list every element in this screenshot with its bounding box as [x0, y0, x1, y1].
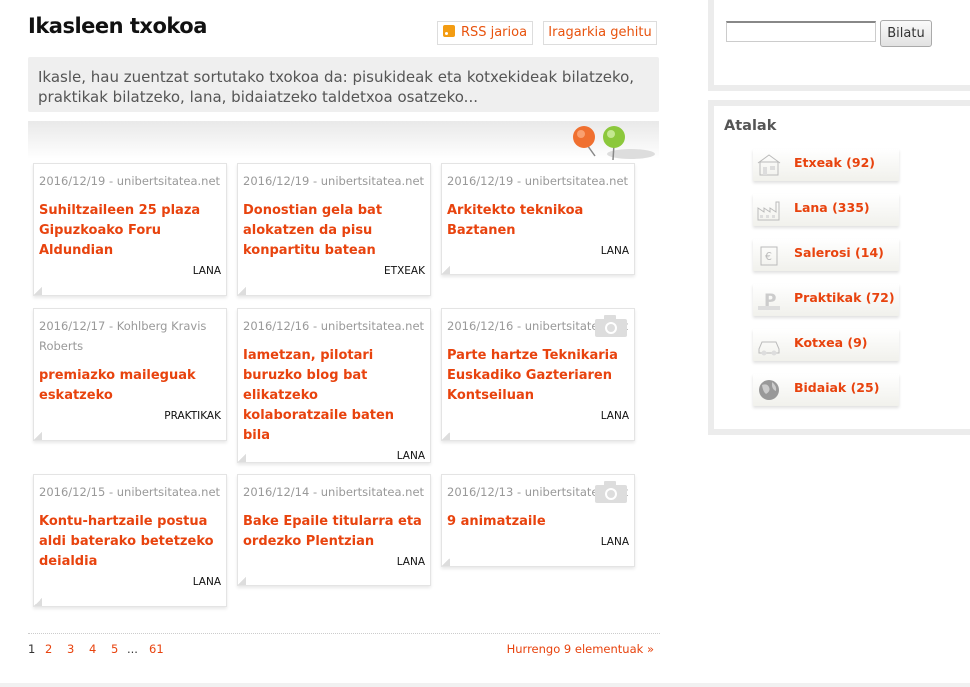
listing-meta: 2016/12/16 - unibertsitatea.net: [243, 319, 425, 333]
category-item[interactable]: P Praktikak (72): [753, 284, 899, 316]
category-label: Kotxea (9): [794, 335, 868, 350]
category-item[interactable]: Etxeak (92): [753, 149, 899, 181]
letter-p-icon: P: [758, 291, 780, 311]
footer-divider: [0, 683, 970, 687]
listing-title-link[interactable]: Donostian gela bat alokatzen da pisu kon…: [243, 201, 425, 261]
listing-category: LANA: [192, 265, 221, 277]
listing-title-link[interactable]: Arkitekto teknikoa Baztanen: [447, 201, 629, 241]
rss-icon: [442, 25, 455, 37]
page-number-link[interactable]: 2: [45, 642, 52, 656]
rss-feed-button[interactable]: RSS jarioa: [437, 21, 533, 45]
search-button[interactable]: Bilatu: [880, 20, 932, 47]
listing-category: LANA: [396, 450, 425, 462]
listing-category: ETXEAK: [384, 265, 425, 277]
page-number-link[interactable]: 4: [89, 642, 96, 656]
camera-icon: [595, 315, 627, 337]
categories-title: Atalak: [724, 118, 777, 134]
listing-card: 2016/12/19 - unibertsitatea.net Donostian…: [237, 163, 431, 296]
search-input[interactable]: [726, 21, 876, 42]
listing-title-link[interactable]: Kontu-hartzaile postua aldi baterako bet…: [39, 512, 221, 572]
page-number-link[interactable]: 3: [67, 642, 74, 656]
category-item[interactable]: € Salerosi (14): [753, 239, 899, 271]
page-number-link[interactable]: 61: [149, 642, 164, 656]
svg-text:€: €: [765, 250, 772, 263]
header-shade: [28, 121, 659, 159]
category-label: Bidaiak (25): [794, 380, 880, 395]
listing-category: LANA: [600, 536, 629, 548]
page-ellipsis: ...: [127, 642, 138, 656]
listing-title-link[interactable]: Bake Epaile titularra eta ordezko Plentz…: [243, 512, 425, 552]
page-number-link: 1: [28, 642, 36, 656]
listing-card: 2016/12/13 - unibertsitatea.net 9 animatz…: [441, 474, 635, 567]
category-item[interactable]: Kotxea (9): [753, 329, 899, 361]
category-item[interactable]: Lana (335): [753, 194, 899, 226]
listing-card: 2016/12/14 - unibertsitatea.net Bake Epai…: [237, 474, 431, 586]
listing-meta: 2016/12/15 - unibertsitatea.net: [39, 485, 221, 499]
category-label: Salerosi (14): [794, 245, 884, 260]
page-number-link[interactable]: 5: [111, 642, 118, 656]
listing-card: 2016/12/19 - unibertsitatea.net Arkitekto…: [441, 163, 635, 275]
svg-text:P: P: [764, 291, 776, 311]
listing-title-link[interactable]: Iametzan, pilotari buruzko blog bat elik…: [243, 346, 425, 446]
listing-title-link[interactable]: 9 animatzaile: [447, 512, 629, 532]
globe-icon: [759, 380, 779, 400]
listing-category: LANA: [600, 410, 629, 422]
search-box: Bilatu: [708, 0, 970, 91]
category-label: Praktikak (72): [794, 290, 895, 305]
listing-meta: 2016/12/14 - unibertsitatea.net: [243, 485, 425, 499]
rss-feed-label: RSS jarioa: [460, 25, 528, 40]
listing-card: 2016/12/19 - unibertsitatea.net Suhiltzai…: [33, 163, 227, 296]
add-listing-button[interactable]: Iragarkia gehitu: [543, 21, 657, 45]
next-page-link[interactable]: Hurrengo 9 elementuak »: [507, 642, 654, 656]
listing-card: 2016/12/16 - unibertsitatea.net Parte har…: [441, 308, 635, 441]
listing-meta: 2016/12/19 - unibertsitatea.net: [243, 174, 425, 188]
listing-meta: 2016/12/17 - Kohlberg Kravis Roberts: [39, 319, 207, 353]
category-label: Etxeak (92): [794, 155, 875, 170]
map-pins-icon: [573, 126, 655, 161]
listing-title-link[interactable]: premiazko maileguak eskatzeko: [39, 366, 221, 406]
listing-category: LANA: [192, 576, 221, 588]
factory-icon: [757, 201, 780, 221]
listing-meta: 2016/12/19 - unibertsitatea.net: [39, 174, 221, 188]
listing-card: 2016/12/16 - unibertsitatea.net Iametzan,…: [237, 308, 431, 463]
page-title: Ikasleen txokoa: [28, 14, 207, 38]
listing-card: 2016/12/17 - Kohlberg Kravis Roberts prem…: [33, 308, 227, 441]
camera-icon: [595, 481, 627, 503]
categories-box: Atalak Etxeak (92) Lana (335) € Salerosi (1…: [708, 100, 970, 435]
pagination: 1 2 3 4 5... 61 Hurrengo 9 elementuak »: [28, 633, 660, 656]
listing-title-link[interactable]: Suhiltzaileen 25 plaza Gipuzkoako Foru A…: [39, 201, 221, 261]
listing-card: 2016/12/15 - unibertsitatea.net Kontu-har…: [33, 474, 227, 607]
category-item[interactable]: Bidaiak (25): [753, 374, 899, 406]
house-icon: [757, 154, 781, 176]
intro-text: Ikasle, hau zuentzat sortutako txokoa da…: [28, 57, 659, 112]
listing-category: LANA: [396, 556, 425, 568]
car-icon: [758, 341, 780, 356]
listing-title-link[interactable]: Parte hartze Teknikaria Euskadiko Gazter…: [447, 346, 629, 406]
category-label: Lana (335): [794, 200, 870, 215]
listing-category: PRAKTIKAK: [164, 410, 221, 422]
price-tag-icon: €: [760, 246, 778, 266]
listing-category: LANA: [600, 245, 629, 257]
listing-meta: 2016/12/19 - unibertsitatea.net: [447, 174, 629, 188]
